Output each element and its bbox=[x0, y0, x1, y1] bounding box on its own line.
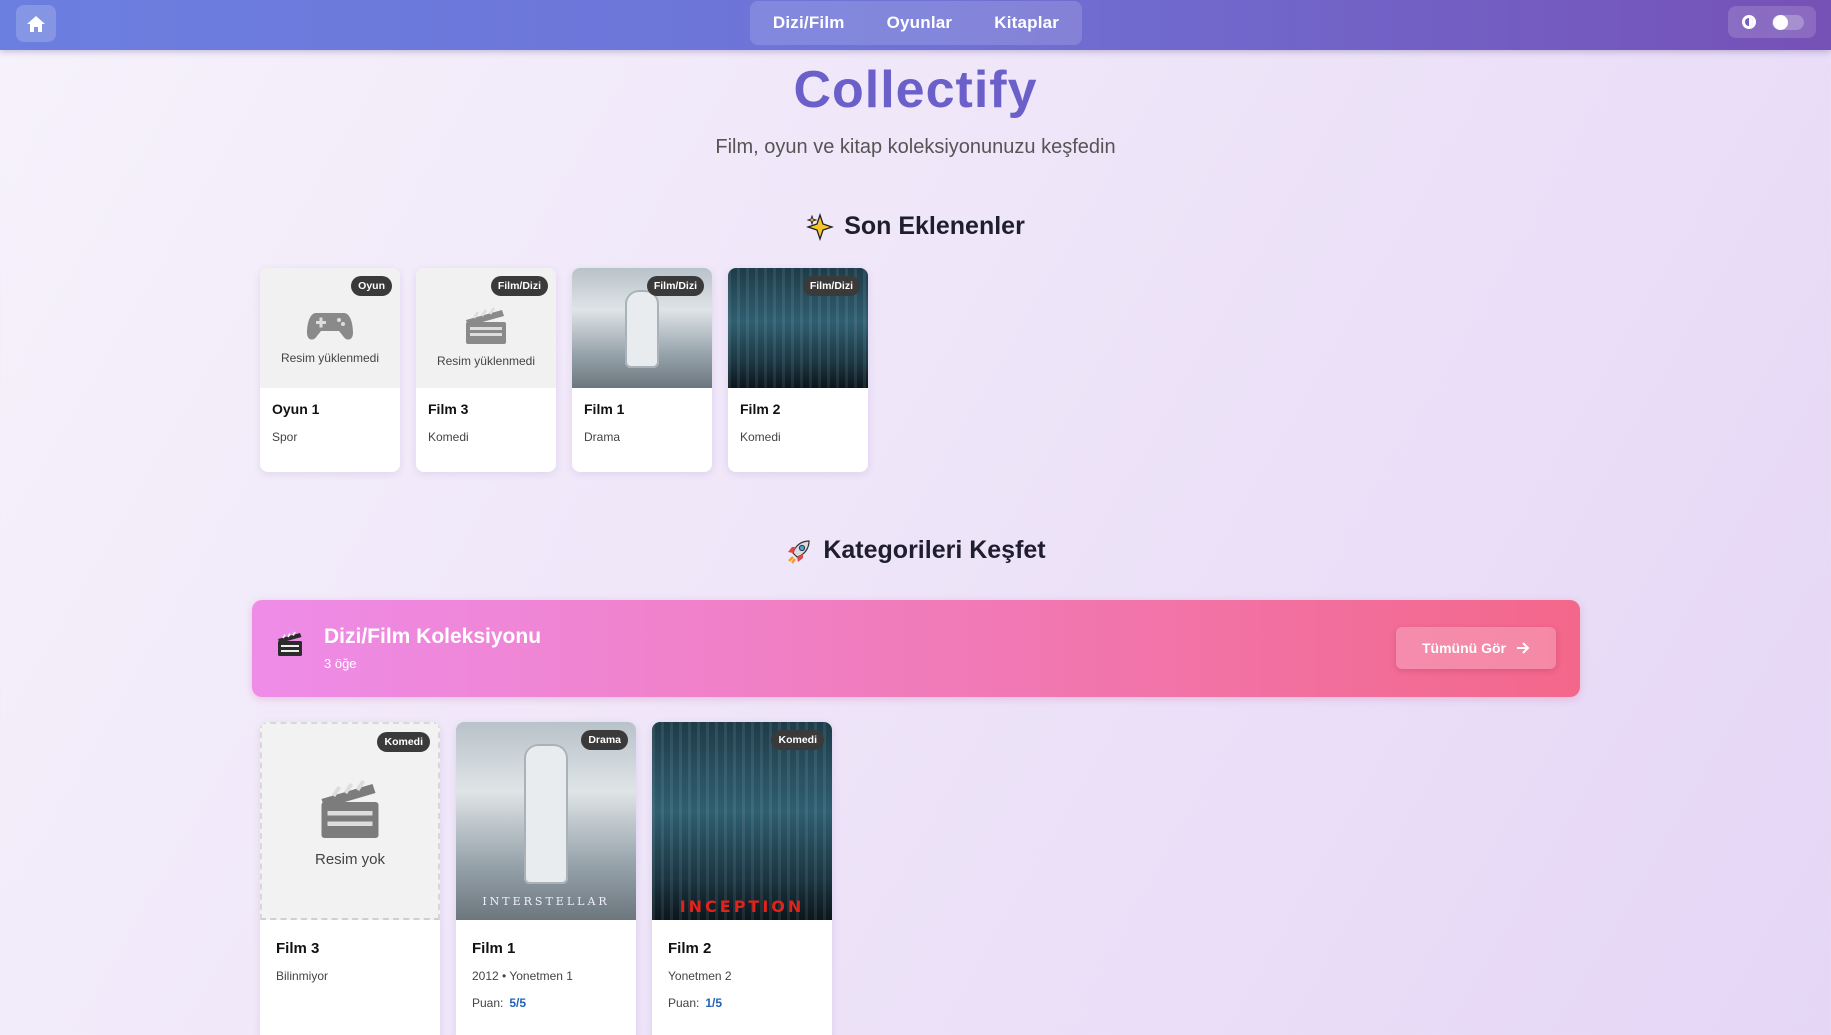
section-title-recent: Son Eklenenler bbox=[0, 212, 1831, 241]
card-thumbnail: Resim yüklenmedi Film/Dizi bbox=[416, 268, 556, 388]
page-subtitle: Film, oyun ve kitap koleksiyonunuzu keşf… bbox=[715, 136, 1116, 158]
card-subtitle: Yonetmen 2 bbox=[668, 969, 732, 983]
home-icon bbox=[27, 15, 45, 32]
nav-item-kitaplar[interactable]: Kitaplar bbox=[973, 13, 1080, 33]
category-banner: Dizi/Film Koleksiyonu 3 öğe Tümünü Gör bbox=[252, 600, 1580, 697]
astronaut-figure bbox=[524, 744, 568, 884]
nav-item-dizi-film[interactable]: Dizi/Film bbox=[752, 13, 866, 33]
card-genre: Drama bbox=[584, 430, 621, 444]
rating: Puan: 1/5 bbox=[668, 996, 722, 1010]
poster-title-text: INCEPTION bbox=[679, 897, 805, 916]
clapperboard-icon bbox=[278, 631, 302, 656]
theme-toggle[interactable] bbox=[1772, 15, 1804, 30]
section-title-text: Kategorileri Keşfet bbox=[823, 536, 1046, 564]
main-nav: Dizi/Film Oyunlar Kitaplar bbox=[750, 1, 1082, 45]
category-count: 3 öğe bbox=[324, 656, 357, 671]
card-title: Oyun 1 bbox=[272, 401, 320, 417]
rating: Puan: 5/5 bbox=[472, 996, 526, 1010]
card-title: Film 3 bbox=[276, 940, 320, 957]
rating-value: 5/5 bbox=[509, 996, 527, 1010]
recent-items-row: Resim yüklenmedi Oyun Oyun 1 Spor Resim … bbox=[260, 268, 868, 472]
recent-card[interactable]: Resim yüklenmedi Film/Dizi Film 3 Komedi bbox=[416, 268, 556, 472]
clapperboard-icon bbox=[321, 779, 379, 838]
category-card[interactable]: INCEPTION Komedi Film 2 Yonetmen 2 Puan:… bbox=[652, 722, 832, 1035]
type-badge: Film/Dizi bbox=[490, 276, 548, 296]
card-title: Film 1 bbox=[472, 940, 516, 957]
card-title: Film 2 bbox=[668, 940, 712, 957]
brightness-icon bbox=[1742, 15, 1756, 29]
placeholder-text: Resim yok bbox=[314, 850, 385, 868]
card-subtitle: Bilinmiyor bbox=[276, 969, 329, 983]
poster-image-inception: Film/Dizi bbox=[728, 268, 868, 388]
toggle-knob bbox=[1773, 15, 1788, 30]
category-title: Dizi/Film Koleksiyonu bbox=[324, 625, 542, 648]
genre-badge: Komedi bbox=[771, 730, 824, 750]
type-badge: Oyun bbox=[351, 276, 392, 296]
card-subtitle: 2012 • Yonetmen 1 bbox=[472, 969, 573, 983]
top-navbar: Dizi/Film Oyunlar Kitaplar bbox=[0, 0, 1831, 50]
card-genre: Komedi bbox=[740, 430, 781, 444]
poster-title-text: INTERSTELLAR bbox=[482, 895, 610, 908]
city-texture bbox=[652, 722, 832, 920]
clapperboard-icon bbox=[466, 307, 506, 344]
astronaut-figure bbox=[625, 290, 659, 368]
card-genre: Spor bbox=[272, 430, 298, 444]
nav-item-oyunlar[interactable]: Oyunlar bbox=[866, 13, 974, 33]
poster-image-interstellar: Film/Dizi bbox=[572, 268, 712, 388]
recent-card[interactable]: Film/Dizi Film 1 Drama bbox=[572, 268, 712, 472]
card-title: Film 3 bbox=[428, 401, 469, 417]
home-button[interactable] bbox=[16, 5, 56, 42]
gamepad-icon bbox=[307, 313, 353, 340]
see-all-button[interactable]: Tümünü Gör bbox=[1396, 627, 1556, 669]
recent-card[interactable]: Resim yüklenmedi Oyun Oyun 1 Spor bbox=[260, 268, 400, 472]
page-title: Collectify bbox=[793, 61, 1038, 119]
rating-label: Puan: bbox=[472, 996, 504, 1010]
card-genre: Komedi bbox=[428, 430, 469, 444]
placeholder-text: Resim yüklenmedi bbox=[280, 351, 380, 365]
see-all-label: Tümünü Gör bbox=[1422, 640, 1506, 656]
theme-switcher bbox=[1728, 6, 1816, 38]
sparkles-icon bbox=[806, 212, 835, 241]
category-card[interactable]: INTERSTELLAR Drama Film 1 2012 • Yonetme… bbox=[456, 722, 636, 1035]
poster-image-inception: INCEPTION Komedi bbox=[652, 722, 832, 920]
rating-value: 1/5 bbox=[705, 996, 723, 1010]
card-title: Film 2 bbox=[740, 401, 781, 417]
rocket-icon bbox=[788, 539, 810, 564]
category-items-row: Resim yok Komedi Film 3 Bilinmiyor INTER… bbox=[260, 722, 832, 1035]
arrow-right-icon bbox=[1517, 642, 1530, 654]
card-title: Film 1 bbox=[584, 401, 625, 417]
card-thumbnail: Resim yüklenmedi Oyun bbox=[260, 268, 400, 388]
genre-badge: Drama bbox=[581, 730, 628, 750]
rating-label: Puan: bbox=[668, 996, 700, 1010]
section-title-explore: Kategorileri Keşfet bbox=[0, 536, 1831, 565]
type-badge: Film/Dizi bbox=[646, 276, 704, 296]
genre-badge: Komedi bbox=[377, 732, 430, 752]
poster-image-interstellar: INTERSTELLAR Drama bbox=[456, 722, 636, 920]
category-card[interactable]: Resim yok Komedi Film 3 Bilinmiyor bbox=[260, 722, 440, 1035]
card-thumbnail: Resim yok Komedi bbox=[260, 722, 440, 920]
type-badge: Film/Dizi bbox=[802, 276, 860, 296]
placeholder-text: Resim yüklenmedi bbox=[436, 354, 536, 368]
section-title-text: Son Eklenenler bbox=[844, 212, 1025, 240]
recent-card[interactable]: Film/Dizi Film 2 Komedi bbox=[728, 268, 868, 472]
